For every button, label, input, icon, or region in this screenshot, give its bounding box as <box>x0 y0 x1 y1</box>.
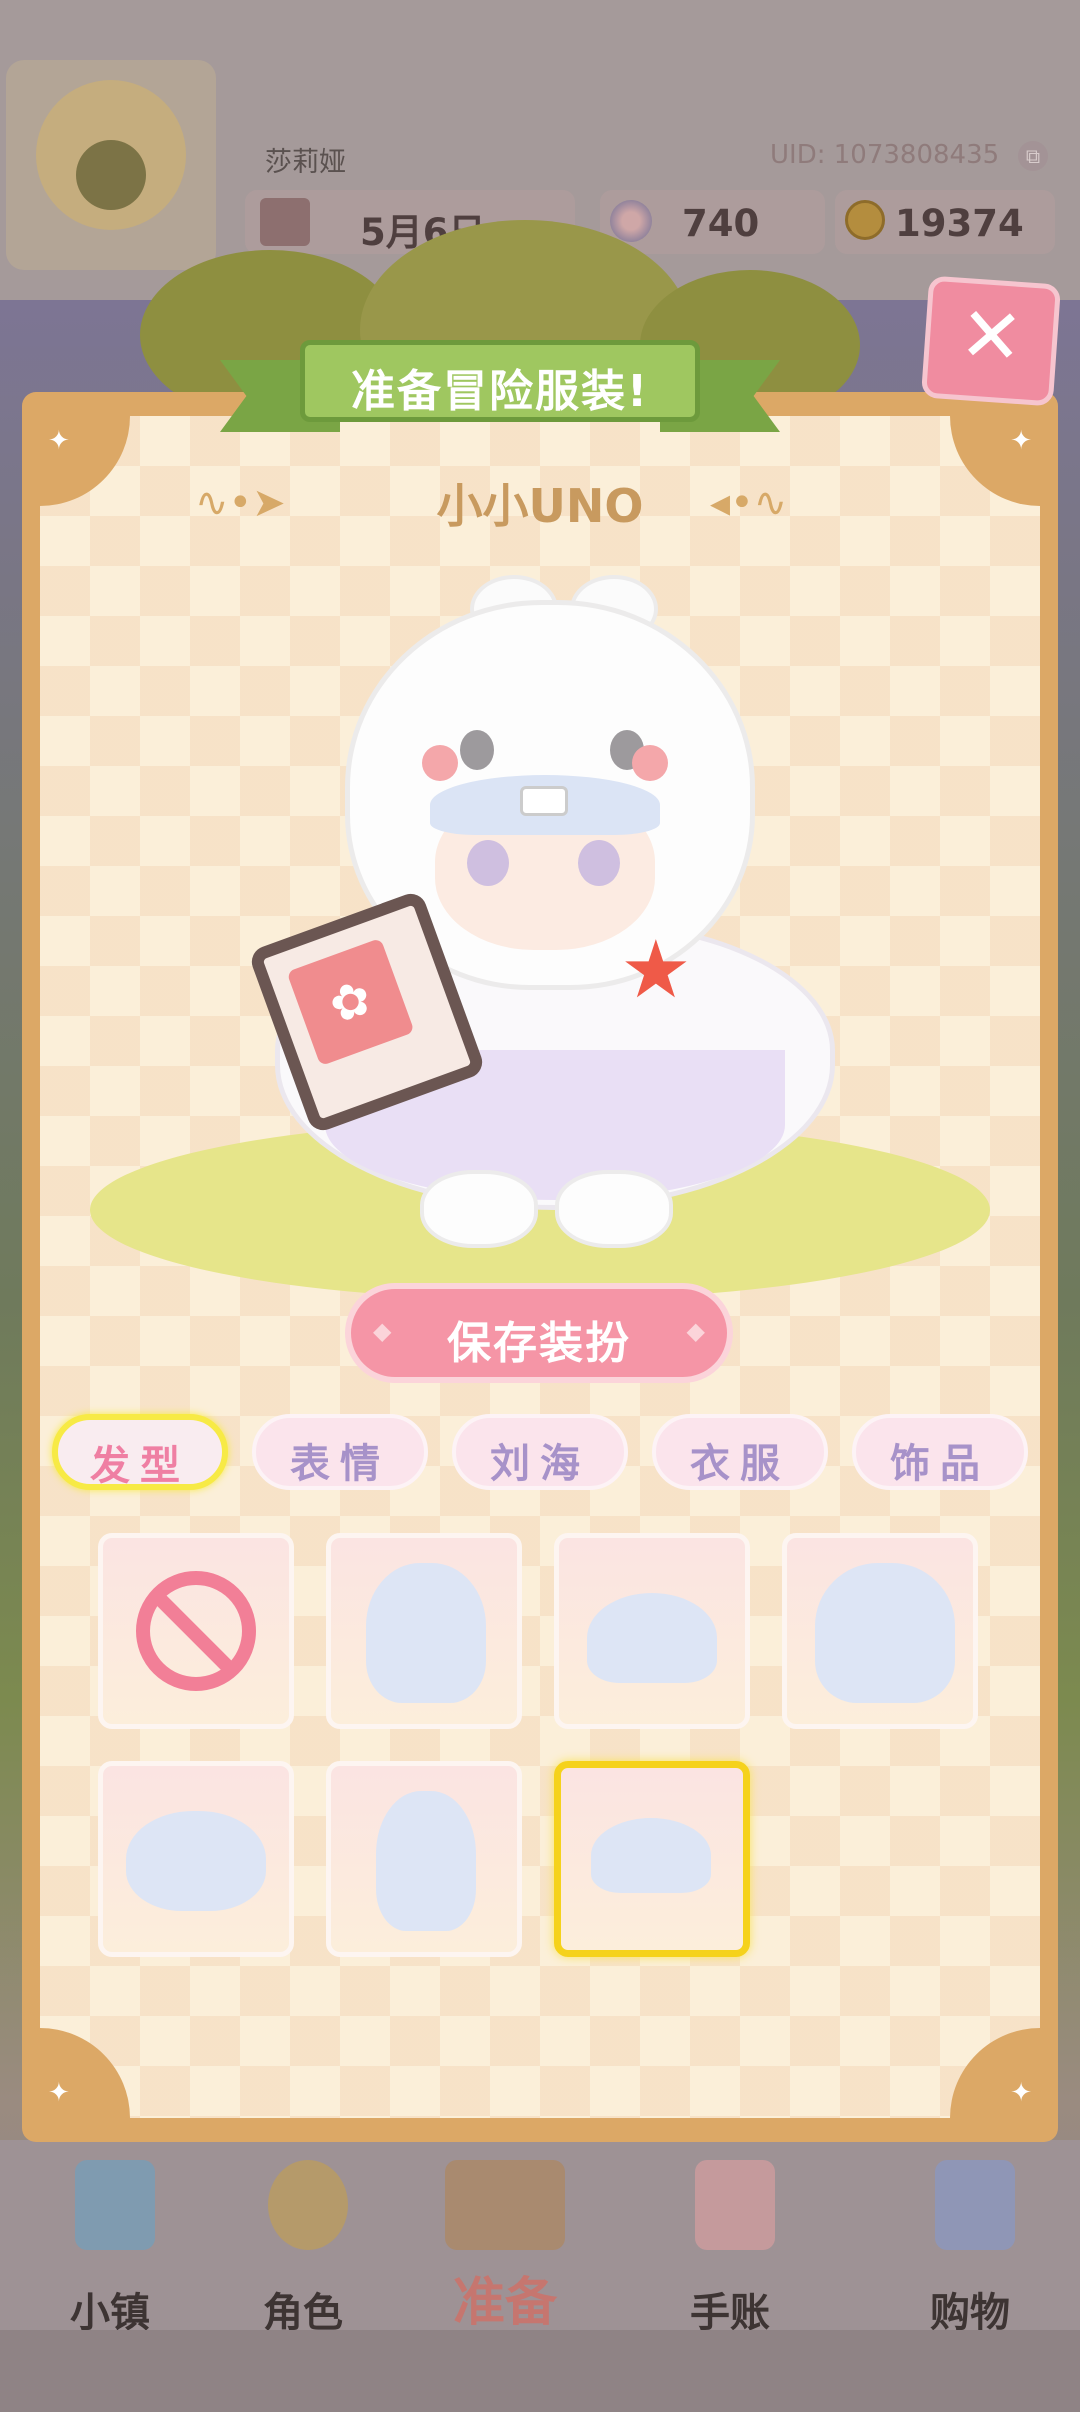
nav-shop[interactable]: 购物 <box>885 2160 1055 2340</box>
nav-notebook[interactable]: 手账 <box>645 2160 815 2340</box>
long-hair-icon <box>366 1563 486 1703</box>
tab-hairstyle[interactable]: 发型 <box>52 1414 228 1490</box>
uid-label: UID: 1073808435 <box>770 140 1000 170</box>
character-name: 小小UNO <box>436 479 644 533</box>
copy-uid-icon[interactable]: ⧉ <box>1018 141 1048 171</box>
character-icon <box>268 2160 348 2250</box>
gem-count: 740 <box>682 202 760 245</box>
map-icon <box>75 2160 155 2250</box>
pigtail-hair-icon <box>376 1791 476 1931</box>
title-ribbon: 准备冒险服装! <box>220 320 780 432</box>
hood-blush <box>422 745 458 781</box>
short-hair-icon <box>587 1593 717 1683</box>
tab-clothes[interactable]: 衣服 <box>652 1414 828 1490</box>
twin-hair-icon <box>815 1563 955 1703</box>
sparkle-icon: ✦ <box>48 2078 70 2108</box>
basket-icon <box>445 2160 565 2250</box>
character-foot <box>420 1170 538 1248</box>
hood-eye <box>460 730 494 770</box>
tab-label: 表情 <box>290 1441 390 1487</box>
save-outfit-button[interactable]: 保存装扮 <box>345 1283 733 1383</box>
tab-label: 衣服 <box>690 1441 790 1487</box>
nav-town[interactable]: 小镇 <box>25 2160 195 2340</box>
bun-hair-icon <box>591 1818 711 1893</box>
character-eye <box>578 840 620 886</box>
bob-hair-icon <box>126 1811 266 1911</box>
nav-label: 准备 <box>452 2273 557 2333</box>
character-eye <box>467 840 509 886</box>
panel-title: 准备冒险服装! <box>350 366 650 417</box>
hood-blush <box>632 745 668 781</box>
item-slot[interactable] <box>554 1533 750 1729</box>
none-icon <box>136 1571 256 1691</box>
player-name: 莎莉娅 <box>265 147 346 178</box>
close-button[interactable]: ✕ <box>920 275 1062 407</box>
bottom-navigation: 小镇 角色 准备 手账 购物 <box>0 2140 1080 2340</box>
flower-gem-icon <box>610 200 652 242</box>
item-slot-none[interactable] <box>98 1533 294 1729</box>
item-slot[interactable] <box>98 1761 294 1957</box>
shopping-bag-icon <box>935 2160 1015 2250</box>
coin-count: 19374 <box>895 202 1024 245</box>
sparkle-icon: ✦ <box>1010 2078 1032 2108</box>
avatar-art <box>36 80 186 230</box>
tab-label: 饰品 <box>890 1441 990 1487</box>
close-icon: ✕ <box>956 288 1027 383</box>
item-slot[interactable] <box>326 1761 522 1957</box>
calendar-icon <box>260 198 310 246</box>
category-tabs: 发型 表情 刘海 衣服 饰品 <box>52 1414 1030 1494</box>
ribbon-band: 准备冒险服装! <box>300 340 700 422</box>
sign-emblem-icon: ✿ <box>286 937 415 1067</box>
hood-tooth <box>520 786 568 816</box>
nav-character[interactable]: 角色 <box>218 2160 388 2340</box>
item-slot[interactable] <box>326 1533 522 1729</box>
sparkle-icon: ✦ <box>48 426 70 456</box>
save-outfit-label: 保存装扮 <box>447 1318 631 1369</box>
item-slot-selected[interactable] <box>554 1761 750 1957</box>
notebook-icon <box>695 2160 775 2250</box>
tab-bangs[interactable]: 刘海 <box>452 1414 628 1490</box>
bottom-strip <box>0 2330 1080 2412</box>
star-badge-icon: ★ <box>620 923 692 1016</box>
item-slot[interactable] <box>782 1533 978 1729</box>
coin-icon <box>845 200 885 240</box>
player-avatar[interactable] <box>6 60 216 270</box>
tab-accessories[interactable]: 饰品 <box>852 1414 1028 1490</box>
character-foot <box>555 1170 673 1248</box>
nav-prepare[interactable]: 准备 <box>420 2160 590 2340</box>
tab-label: 刘海 <box>490 1441 590 1487</box>
coin-counter: 19374 <box>835 190 1055 254</box>
character-name-row: 小小UNO <box>0 470 1080 536</box>
sparkle-icon: ✦ <box>1010 426 1032 456</box>
tab-expression[interactable]: 表情 <box>252 1414 428 1490</box>
gem-counter: 740 <box>600 190 825 254</box>
tab-label: 发型 <box>90 1443 190 1489</box>
